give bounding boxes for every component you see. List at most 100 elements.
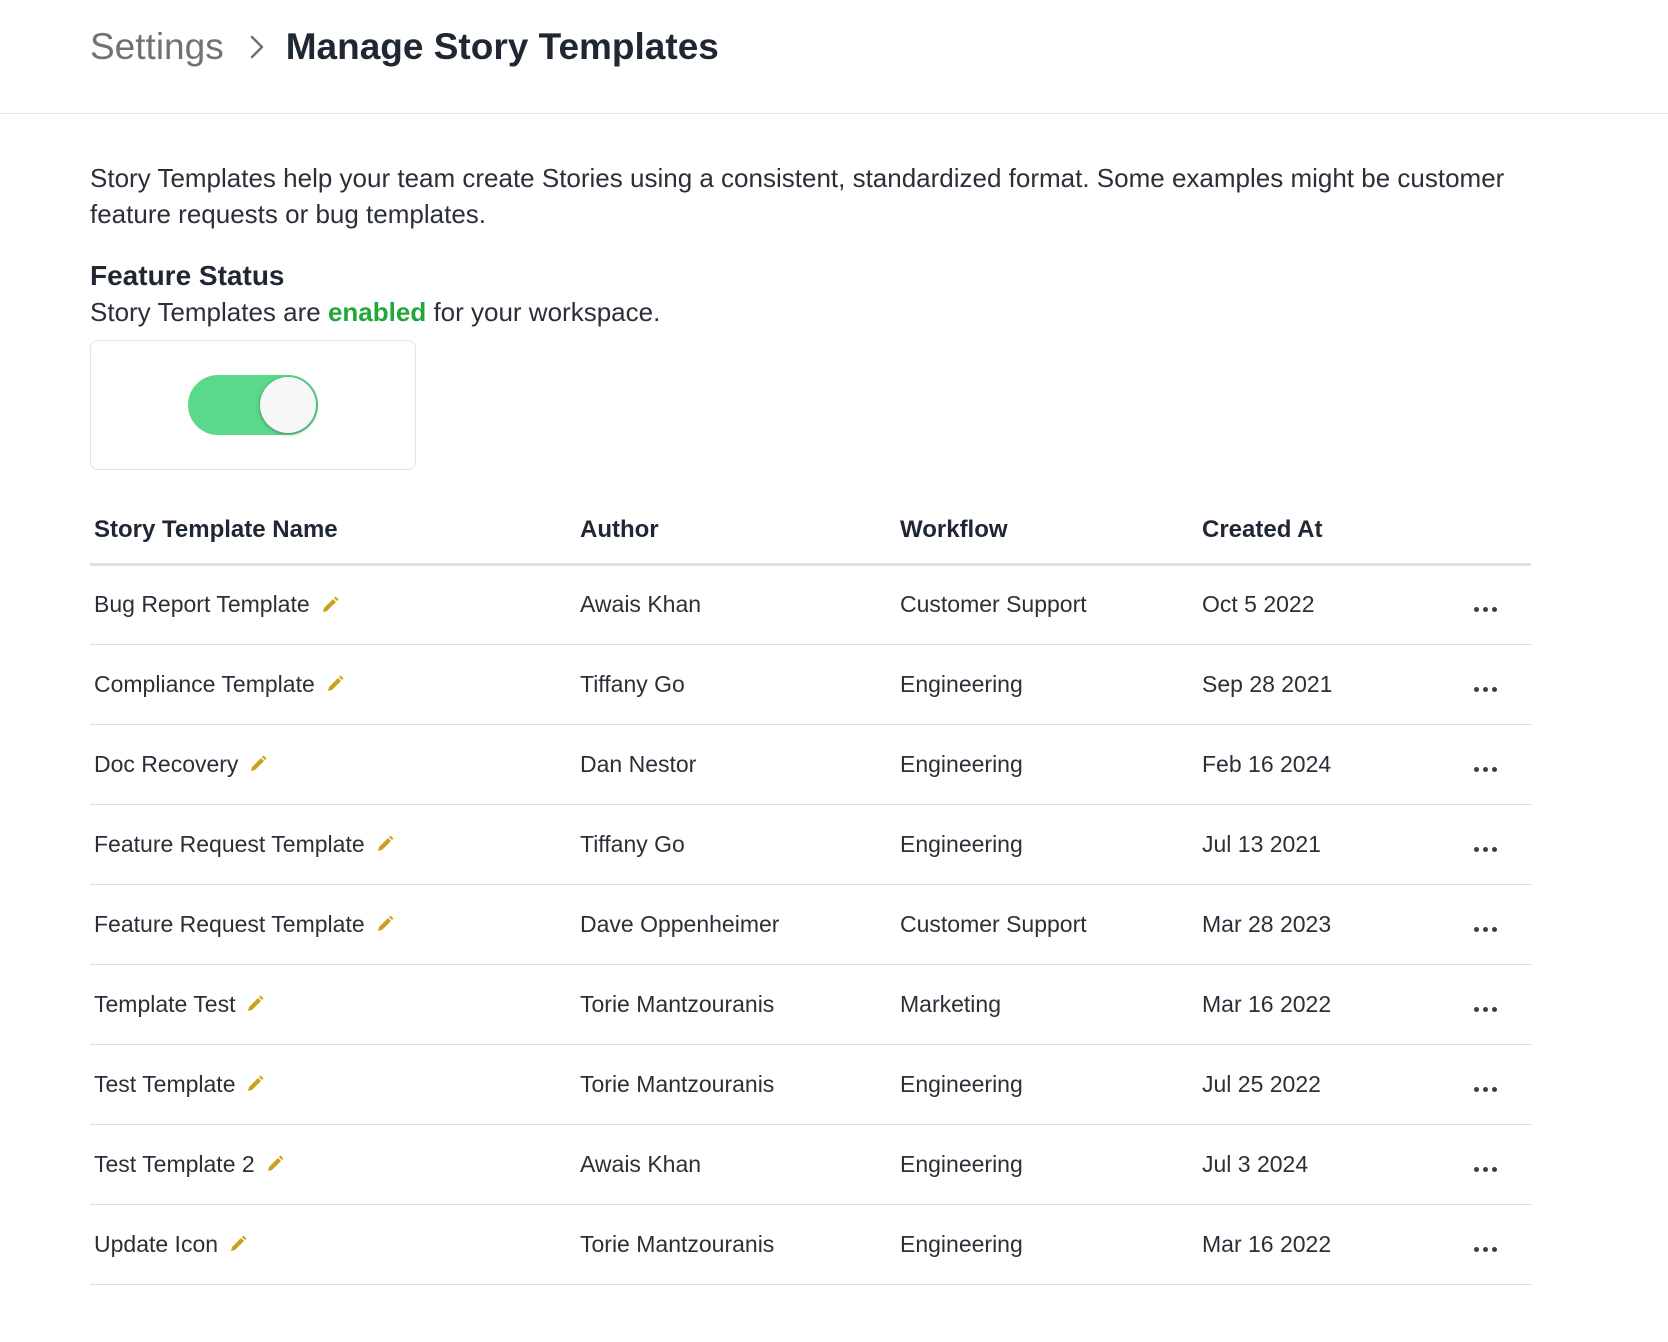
author-cell: Awais Khan (580, 564, 900, 645)
author-cell: Dan Nestor (580, 724, 900, 805)
template-name-cell: Compliance Template (90, 644, 580, 725)
actions-cell (1472, 564, 1531, 645)
header-workflow: Workflow (900, 498, 1202, 566)
template-name-cell: Doc Recovery (90, 724, 580, 805)
template-name-link[interactable]: Doc Recovery (94, 751, 268, 778)
story-templates-table: Story Template Name Author Workflow Crea… (90, 498, 1531, 1285)
template-name-cell: Template Test (90, 964, 580, 1045)
table-row: Update Icon Torie Mantzouranis Engineering… (90, 1204, 1531, 1285)
actions-cell (1472, 884, 1531, 965)
feature-status-word: enabled (327, 297, 427, 327)
more-horizontal-icon[interactable] (1472, 681, 1499, 698)
table-row: Compliance Template Tiffany Go Engineering… (90, 644, 1531, 725)
actions-cell (1472, 1204, 1531, 1285)
header-name: Story Template Name (90, 498, 580, 566)
created-at-cell: Jul 3 2024 (1202, 1124, 1472, 1205)
author-cell: Torie Mantzouranis (580, 964, 900, 1045)
author-cell: Tiffany Go (580, 804, 900, 885)
pencil-icon[interactable] (320, 595, 340, 615)
page-title: Manage Story Templates (285, 25, 719, 67)
actions-cell (1472, 1044, 1531, 1125)
template-name-link[interactable]: Feature Request Template (94, 911, 395, 938)
feature-status-text: Story Templates are enabled for your wor… (90, 294, 1531, 330)
template-name-link[interactable]: Update Icon (94, 1231, 248, 1258)
more-horizontal-icon[interactable] (1472, 601, 1499, 618)
workflow-cell: Engineering (900, 1124, 1202, 1205)
created-at-cell: Oct 5 2022 (1202, 564, 1472, 645)
more-horizontal-icon[interactable] (1472, 841, 1499, 858)
story-templates-toggle[interactable] (188, 375, 318, 435)
pencil-icon[interactable] (245, 994, 265, 1014)
table-row: Template Test Torie Mantzouranis Marketing… (90, 964, 1531, 1045)
author-cell: Torie Mantzouranis (580, 1204, 900, 1285)
template-name: Feature Request Template (94, 830, 365, 857)
template-name-link[interactable]: Bug Report Template (94, 591, 340, 618)
more-horizontal-icon[interactable] (1472, 1001, 1499, 1018)
template-name-link[interactable]: Template Test (94, 991, 265, 1018)
actions-cell (1472, 804, 1531, 885)
template-name-cell: Update Icon (90, 1204, 580, 1285)
more-horizontal-icon[interactable] (1472, 1241, 1499, 1258)
workflow-cell: Engineering (900, 1204, 1202, 1285)
pencil-icon[interactable] (245, 1074, 265, 1094)
workflow-cell: Engineering (900, 1044, 1202, 1125)
feature-status-suffix: for your workspace. (426, 297, 661, 327)
workflow-cell: Engineering (900, 724, 1202, 805)
header-actions (1472, 498, 1531, 566)
table-header-row: Story Template Name Author Workflow Crea… (90, 498, 1531, 566)
workflow-cell: Marketing (900, 964, 1202, 1045)
table-row: Doc Recovery Dan Nestor Engineering Feb 16 … (90, 724, 1531, 805)
more-horizontal-icon[interactable] (1472, 1161, 1499, 1178)
template-name-cell: Bug Report Template (90, 564, 580, 645)
created-at-cell: Sep 28 2021 (1202, 644, 1472, 725)
template-name: Compliance Template (94, 670, 315, 697)
pencil-icon[interactable] (228, 1234, 248, 1254)
breadcrumb-settings[interactable]: Settings (90, 26, 224, 68)
workflow-cell: Customer Support (900, 884, 1202, 965)
workflow-cell: Engineering (900, 644, 1202, 725)
template-name-cell: Test Template 2 (90, 1124, 580, 1205)
created-at-cell: Mar 16 2022 (1202, 1204, 1472, 1285)
header-author: Author (580, 498, 900, 566)
template-name: Feature Request Template (94, 910, 365, 937)
pencil-icon[interactable] (375, 834, 395, 854)
pencil-icon[interactable] (375, 914, 395, 934)
table-row: Bug Report Template Awais Khan Customer Su… (90, 564, 1531, 645)
created-at-cell: Jul 25 2022 (1202, 1044, 1472, 1125)
template-name-link[interactable]: Test Template (94, 1071, 265, 1098)
author-cell: Torie Mantzouranis (580, 1044, 900, 1125)
template-name-link[interactable]: Feature Request Template (94, 831, 395, 858)
template-name-link[interactable]: Compliance Template (94, 671, 345, 698)
actions-cell (1472, 644, 1531, 725)
main-content: Story Templates help your team create St… (0, 160, 1668, 1285)
template-name: Bug Report Template (94, 591, 310, 617)
table-row: Test Template 2 Awais Khan Engineering Jul … (90, 1124, 1531, 1205)
created-at-cell: Jul 13 2021 (1202, 804, 1472, 885)
actions-cell (1472, 724, 1531, 805)
workflow-cell: Customer Support (900, 564, 1202, 645)
more-horizontal-icon[interactable] (1472, 761, 1499, 778)
created-at-cell: Mar 16 2022 (1202, 964, 1472, 1045)
toggle-knob (260, 377, 316, 433)
template-name: Doc Recovery (94, 750, 239, 777)
template-name-cell: Test Template (90, 1044, 580, 1125)
pencil-icon[interactable] (265, 1154, 285, 1174)
template-name-link[interactable]: Test Template 2 (94, 1151, 285, 1178)
workflow-cell: Engineering (900, 804, 1202, 885)
more-horizontal-icon[interactable] (1472, 921, 1499, 938)
pencil-icon[interactable] (325, 674, 345, 694)
pencil-icon[interactable] (248, 754, 268, 774)
actions-cell (1472, 964, 1531, 1045)
template-name: Update Icon (94, 1230, 219, 1257)
author-cell: Dave Oppenheimer (580, 884, 900, 965)
more-horizontal-icon[interactable] (1472, 1081, 1499, 1098)
page-header: Settings Manage Story Templates (0, 0, 1668, 114)
feature-status-heading: Feature Status (90, 260, 285, 291)
template-name-cell: Feature Request Template (90, 804, 580, 885)
actions-cell (1472, 1124, 1531, 1205)
template-name: Template Test (94, 990, 236, 1017)
table-row: Test Template Torie Mantzouranis Engineeri… (90, 1044, 1531, 1125)
table-body: Bug Report Template Awais Khan Customer Su… (90, 564, 1531, 1285)
template-name: Test Template (94, 1070, 236, 1097)
chevron-right-icon (244, 34, 270, 60)
